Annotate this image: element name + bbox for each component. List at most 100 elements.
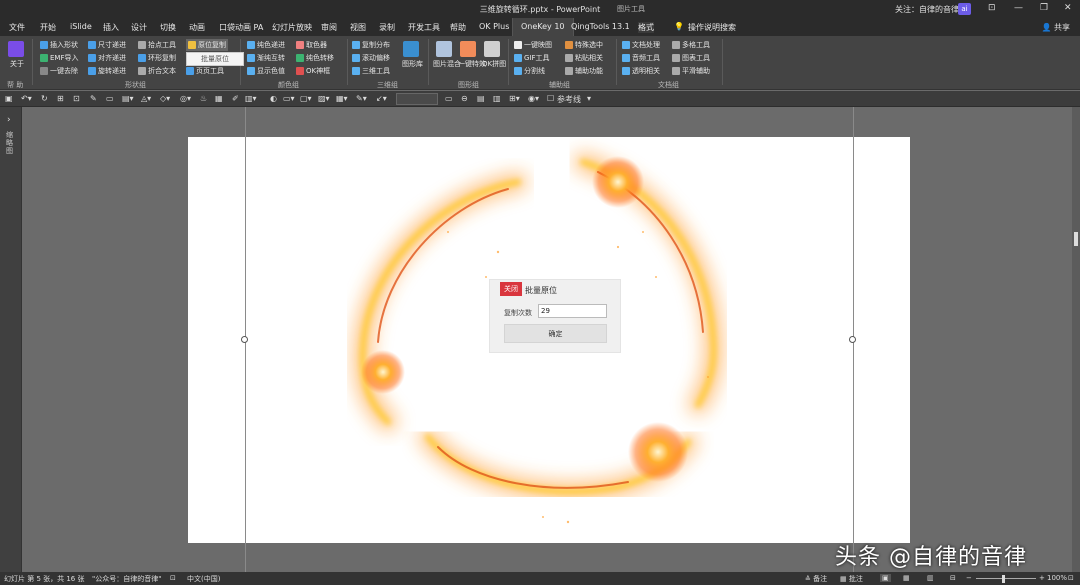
group-icon[interactable]: ▥▾ [245, 94, 257, 103]
bring-forward-icon[interactable]: ▤ [477, 94, 485, 103]
multi-cell-tool-button[interactable]: 多格工具 [672, 40, 710, 50]
scroll-offset-button[interactable]: 滚动偏移 [352, 53, 390, 63]
zoom-slider[interactable] [976, 578, 1036, 579]
layout-icon[interactable]: ▤▾ [122, 94, 134, 103]
pure-color-increment-button[interactable]: 纯色递进 [247, 40, 285, 50]
tab-developer[interactable]: 开发工具 [408, 22, 440, 33]
vertical-scrollbar[interactable] [1072, 107, 1080, 572]
original-copy-button[interactable]: 原位复制 [186, 39, 228, 51]
tab-view[interactable]: 视图 [350, 22, 366, 33]
connector-icon[interactable]: ⊞▾ [509, 94, 520, 103]
paste-related-button[interactable]: 粘贴相关 [565, 53, 603, 63]
resize-handle-right[interactable] [849, 336, 856, 343]
copy-count-input[interactable] [538, 304, 607, 318]
tab-animations[interactable]: 动画 [189, 22, 205, 33]
shape-library-icon[interactable] [403, 41, 419, 57]
doc-process-button[interactable]: 文档处理 [622, 40, 660, 50]
ribbon-options-icon[interactable]: ⊡ [988, 3, 996, 13]
aux-function-button[interactable]: 辅助功能 [565, 66, 603, 76]
image-menu-icon[interactable]: ▨▾ [318, 94, 330, 103]
show-color-value-button[interactable]: 显示色值 [247, 66, 285, 76]
ok-puzzle-button[interactable]: OK拼图 [482, 59, 506, 69]
one-key-map-button[interactable]: 一键映图 [514, 40, 552, 50]
restore-button[interactable]: ❐ [1040, 3, 1048, 13]
text-box-icon[interactable]: ▭ [445, 94, 453, 103]
rotate-increment-button[interactable]: 旋转递进 [88, 66, 126, 76]
special-effect-icon[interactable] [460, 41, 476, 57]
redo-icon[interactable]: ↻ [41, 94, 48, 103]
tab-onekey[interactable]: OneKey 10 [512, 18, 574, 36]
smooth-aux-button[interactable]: 平滑辅助 [672, 66, 710, 76]
reading-view-icon[interactable]: ▥ [927, 574, 934, 582]
circle-icon[interactable]: ◐ [270, 94, 277, 103]
minimize-button[interactable]: — [1014, 3, 1023, 13]
shape-library-button[interactable]: 图形库 [402, 59, 423, 69]
font-size-box[interactable] [396, 93, 438, 105]
split-line-button[interactable]: 分割线 [514, 66, 545, 76]
outline-menu-icon[interactable]: ▢▾ [300, 94, 312, 103]
fit-slide-icon[interactable]: ⊡ [1068, 574, 1074, 582]
pen-icon[interactable]: ✐ [232, 94, 239, 103]
slideshow-icon[interactable]: ⊟ [950, 574, 956, 582]
table-menu-icon[interactable]: ▦▾ [336, 94, 348, 103]
notes-button[interactable]: ≙ 备注 [805, 574, 827, 584]
comments-button[interactable]: ▦ 批注 [840, 574, 863, 584]
anchor-tool-button[interactable]: 拾点工具 [138, 40, 176, 50]
slide-sorter-icon[interactable]: ▦ [903, 574, 910, 582]
language-label[interactable]: 中文(中国) [187, 574, 220, 584]
expand-panel-icon[interactable]: › [7, 115, 11, 125]
pure-color-transfer-button[interactable]: 纯色转移 [296, 53, 334, 63]
tab-transitions[interactable]: 切换 [160, 22, 176, 33]
align-increment-button[interactable]: 对齐递进 [88, 53, 126, 63]
image-mix-button[interactable]: 图片混合 [433, 59, 461, 69]
tab-file[interactable]: 文件 [9, 22, 25, 33]
eye-icon[interactable]: ◉▾ [528, 94, 539, 103]
confirm-button[interactable]: 确定 [504, 324, 607, 343]
scroll-thumb[interactable] [1074, 232, 1078, 246]
about-button[interactable]: 关于 [10, 59, 24, 69]
ring-copy-button[interactable]: 环形复制 [138, 53, 176, 63]
tab-design[interactable]: 设计 [131, 22, 147, 33]
customize-qat-icon[interactable]: ▾ [587, 94, 591, 103]
tab-ok-plus[interactable]: OK Plus [479, 22, 509, 31]
zoom-knob[interactable] [1002, 575, 1005, 583]
insert-shape-button[interactable]: 插入形状 [40, 40, 78, 50]
tab-slideshow[interactable]: 幻灯片放映 [272, 22, 312, 33]
tab-help[interactable]: 帮助 [450, 22, 466, 33]
batch-original-menu-item[interactable]: 批量原位 [186, 52, 244, 66]
resize-handle-left[interactable] [241, 336, 248, 343]
grid-view-icon[interactable]: ▦ [215, 94, 223, 103]
tab-islide[interactable]: iSlide [70, 22, 92, 31]
transparency-button[interactable]: 透明相关 [622, 66, 660, 76]
picture-icon[interactable]: ▭ [106, 94, 114, 103]
effect-menu-icon[interactable]: ◎▾ [180, 94, 191, 103]
tab-insert[interactable]: 插入 [103, 22, 119, 33]
share-button[interactable]: 👤 共享 [1041, 22, 1070, 33]
zoom-level[interactable]: 100% [1047, 574, 1067, 582]
copy-distribute-button[interactable]: 复制分布 [352, 40, 390, 50]
zoom-out-icon[interactable]: − [966, 574, 972, 582]
tab-home[interactable]: 开始 [40, 22, 56, 33]
arrow-menu-icon[interactable]: ↙▾ [376, 94, 387, 103]
fold-text-button[interactable]: 折合文本 [138, 66, 176, 76]
save-icon[interactable]: ▣ [5, 94, 13, 103]
one-key-remove-button[interactable]: 一键去除 [40, 66, 78, 76]
audio-tool-button[interactable]: 音频工具 [622, 53, 660, 63]
tab-pocket-animation[interactable]: 口袋动画 PA [219, 22, 263, 33]
thumbnail-label[interactable]: 缩略图 [6, 131, 16, 155]
brush-icon[interactable]: ✎ [90, 94, 97, 103]
accessibility-icon[interactable]: ⊡ [170, 574, 176, 582]
lock-icon[interactable]: ⊖ [461, 94, 468, 103]
image-mix-icon[interactable] [436, 41, 452, 57]
emf-import-button[interactable]: EMF导入 [40, 53, 79, 63]
shape-menu-icon[interactable]: ◇▾ [160, 94, 170, 103]
ok-magic-frame-button[interactable]: OK神框 [296, 66, 330, 76]
undo-icon[interactable]: ↶▾ [21, 94, 32, 103]
tab-format[interactable]: 格式 [638, 22, 654, 33]
normal-view-icon[interactable]: ▣ [880, 574, 891, 582]
tab-qingtools[interactable]: QingTools 13.1 [571, 22, 630, 31]
align-menu-icon[interactable]: ◬▾ [141, 94, 151, 103]
special-select-button[interactable]: 特殊选中 [565, 40, 603, 50]
zoom-in-icon[interactable]: + [1039, 574, 1045, 582]
crop-icon[interactable]: ⊡ [73, 94, 80, 103]
